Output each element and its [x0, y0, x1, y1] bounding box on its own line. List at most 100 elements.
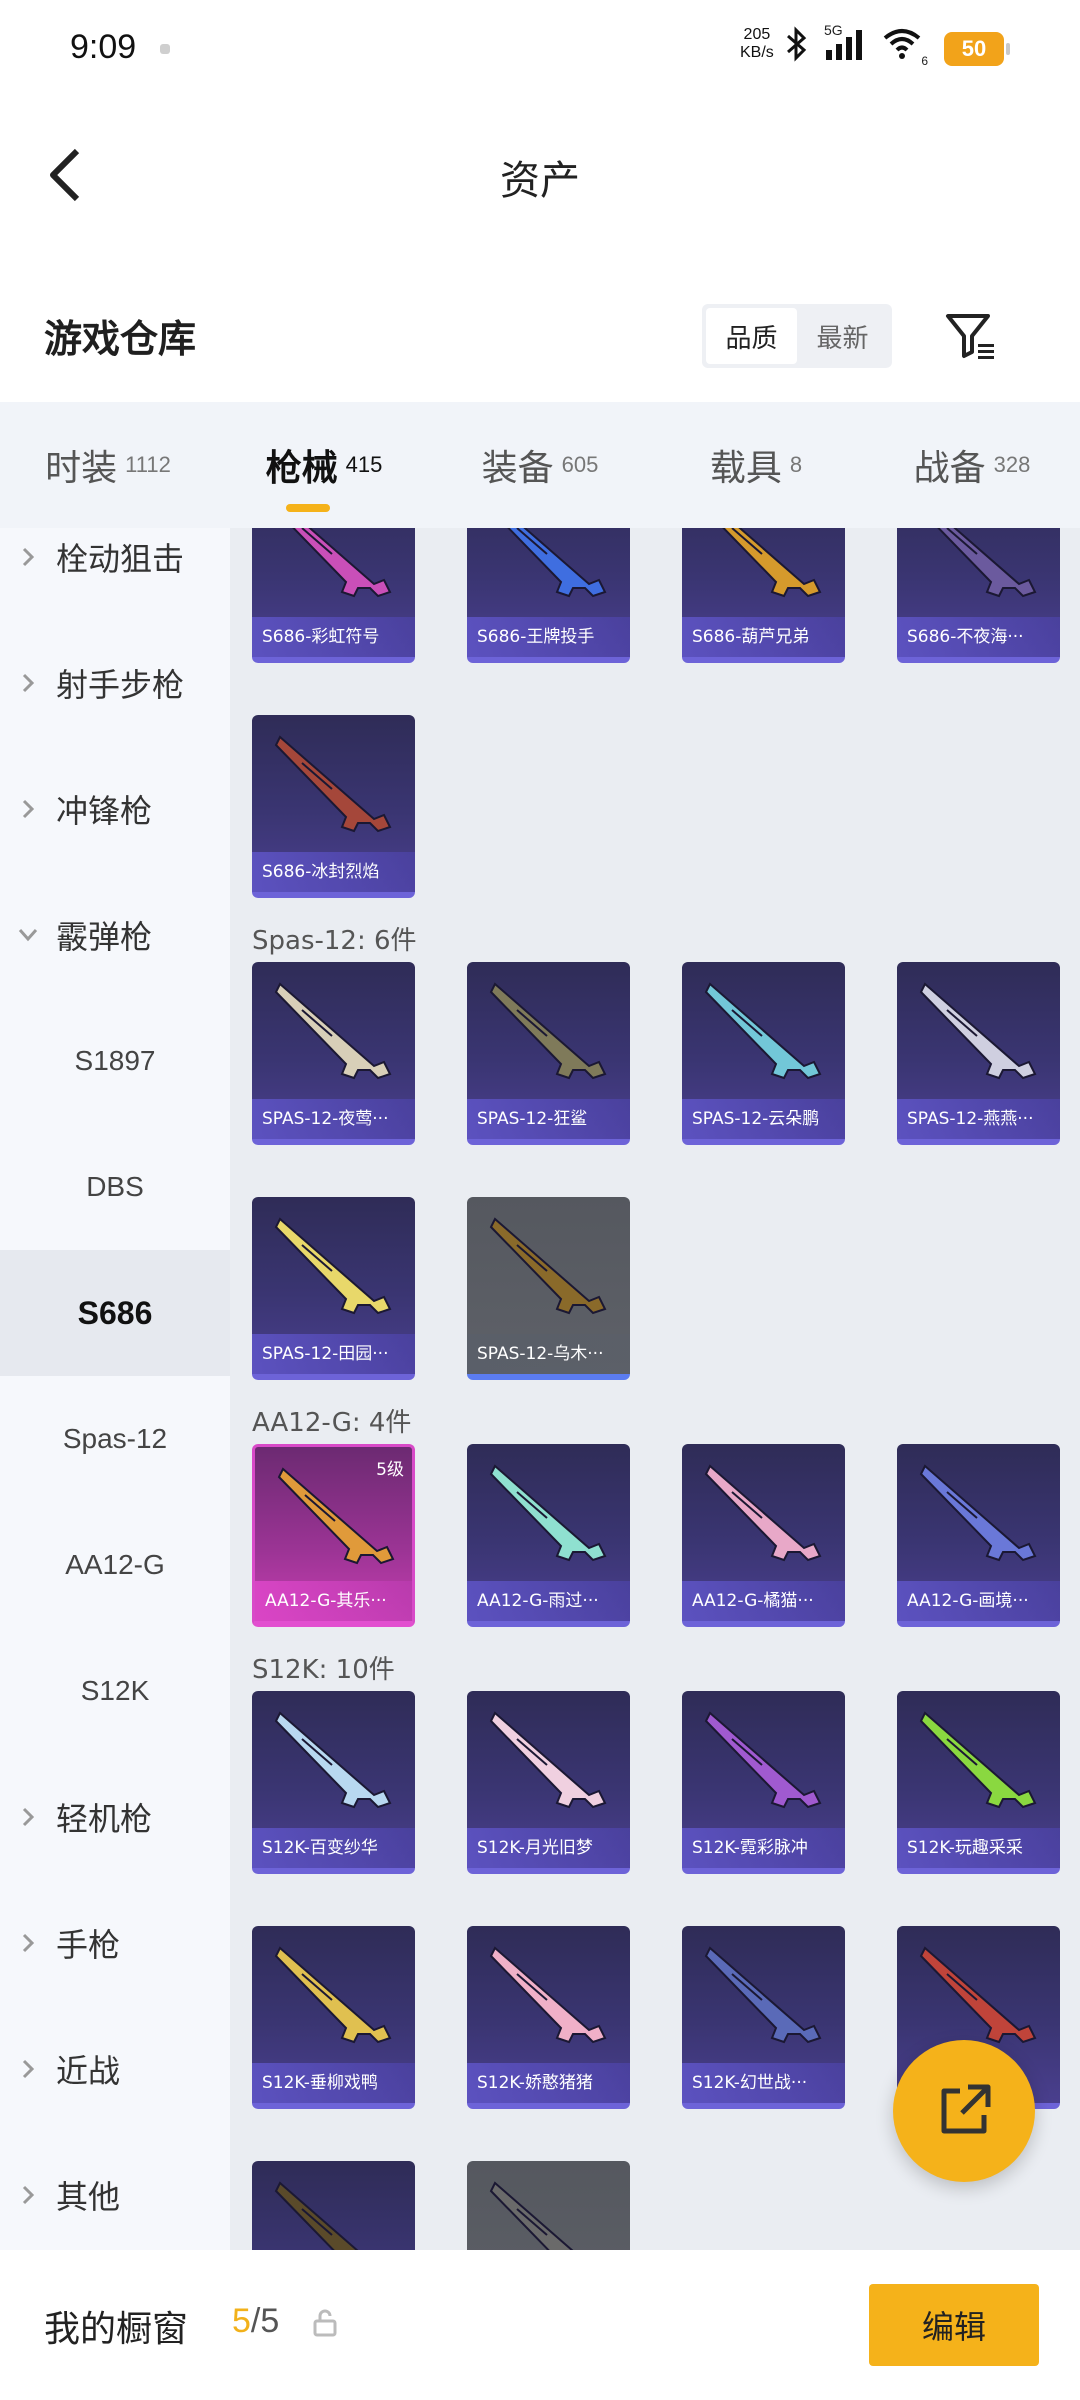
- card-caption: SPAS-12-燕燕···: [897, 1099, 1060, 1139]
- gun-image-icon: [704, 982, 822, 1080]
- gun-image-icon: [704, 1946, 822, 2044]
- tab-vehicles[interactable]: 载具 8: [648, 402, 864, 528]
- app-header: 资产: [0, 120, 1080, 230]
- weapon-skin-card[interactable]: 5级 AA12-G-其乐···: [252, 1444, 415, 1627]
- sidebar-item[interactable]: 轻机枪: [0, 1754, 230, 1880]
- weapon-skin-card[interactable]: S686-冰封烈焰: [252, 715, 415, 898]
- edit-button[interactable]: 编辑: [869, 2284, 1039, 2366]
- wifi-arcs-icon: [883, 29, 921, 59]
- tab-label: 枪械: [265, 447, 338, 489]
- sidebar-item[interactable]: 手枪: [0, 1880, 230, 2006]
- weapon-skin-card[interactable]: AA12-G-橘猫···: [682, 1444, 845, 1627]
- weapon-skin-card[interactable]: S686-葫芦兄弟: [682, 528, 845, 663]
- showcase-total: /5: [250, 2302, 280, 2340]
- sidebar-item[interactable]: 霰弹枪: [0, 872, 230, 998]
- card-caption: S686-王牌投手: [467, 617, 630, 657]
- card-caption: S12K-娇憨猪猪: [467, 2063, 630, 2103]
- card-caption: S686-不夜海···: [897, 617, 1060, 657]
- status-icons: 5G 6: [782, 22, 928, 68]
- filter-button[interactable]: [940, 306, 1000, 366]
- sidebar-item[interactable]: AA12-G: [0, 1502, 230, 1628]
- chevron-right-icon: [0, 799, 56, 819]
- sidebar-item-label: 射手步枪: [56, 666, 185, 704]
- notification-dot-icon: [160, 44, 170, 54]
- share-fab-button[interactable]: [893, 2040, 1035, 2182]
- gun-image-icon: [937, 528, 1037, 598]
- weapon-skin-card[interactable]: S12K-月光旧梦: [467, 1691, 630, 1874]
- weapon-skin-card[interactable]: S12K-百变纱华: [252, 1691, 415, 1874]
- weapon-skin-card[interactable]: S12K-玩趣采采: [897, 1691, 1060, 1874]
- category-tabs: 时装 1112 枪械 415 装备 605 载具 8 战备 328: [0, 402, 1080, 528]
- card-caption: S12K-月光旧梦: [467, 1828, 630, 1868]
- group-title: Spas-12: 6件: [252, 926, 417, 956]
- sidebar-item[interactable]: Spas-12: [0, 1376, 230, 1502]
- card-caption: AA12-G-其乐···: [255, 1581, 412, 1621]
- sort-quality-option[interactable]: 品质: [706, 308, 797, 364]
- sidebar-item-label: Spas-12: [62, 1423, 168, 1454]
- gun-image-icon: [489, 982, 607, 1080]
- network-type: 5G: [824, 22, 843, 38]
- tab-supplies[interactable]: 战备 328: [864, 402, 1080, 528]
- tab-equipment[interactable]: 装备 605: [432, 402, 648, 528]
- weapon-skin-card[interactable]: SPAS-12-乌木···: [467, 1197, 630, 1380]
- weapon-skin-card[interactable]: SPAS-12-燕燕···: [897, 962, 1060, 1145]
- card-caption: SPAS-12-夜莺···: [252, 1099, 415, 1139]
- card-caption: S686-葫芦兄弟: [682, 617, 845, 657]
- weapon-skin-card[interactable]: S12K-垂柳戏鸭: [252, 1926, 415, 2109]
- weapon-skin-card[interactable]: SPAS-12-狂鲨: [467, 962, 630, 1145]
- weapon-skin-card[interactable]: [467, 2161, 630, 2250]
- group-title: AA12-G: 4件: [252, 1408, 412, 1438]
- sidebar-item[interactable]: 射手步枪: [0, 620, 230, 746]
- tab-label: 时装: [45, 448, 118, 489]
- card-caption: SPAS-12-田园···: [252, 1334, 415, 1374]
- weapon-skin-card[interactable]: S686-王牌投手: [467, 528, 630, 663]
- sidebar-item-label: 手枪: [56, 1926, 121, 1964]
- sidebar-item[interactable]: 栓动狙击: [0, 528, 230, 620]
- chevron-right-icon: [0, 1807, 56, 1827]
- sidebar-item[interactable]: S1897: [0, 998, 230, 1124]
- net-speed-unit: KB/s: [740, 44, 774, 61]
- sidebar-item-label: 其他: [56, 2178, 121, 2216]
- weapon-skin-card[interactable]: S12K-幻世战···: [682, 1926, 845, 2109]
- sidebar-item[interactable]: S12K: [0, 1628, 230, 1754]
- weapon-skin-card[interactable]: S12K-霓彩脉冲: [682, 1691, 845, 1874]
- card-caption: SPAS-12-狂鲨: [467, 1099, 630, 1139]
- status-time: 9:09: [70, 28, 137, 66]
- weapon-skin-card[interactable]: S686-不夜海···: [897, 528, 1060, 663]
- card-caption: SPAS-12-乌木···: [467, 1334, 630, 1374]
- sidebar-item[interactable]: 冲锋枪: [0, 746, 230, 872]
- wifi-level: 6: [921, 54, 928, 68]
- sidebar-item[interactable]: 其他: [0, 2132, 230, 2250]
- weapon-skin-card[interactable]: SPAS-12-田园···: [252, 1197, 415, 1380]
- sidebar-item[interactable]: 近战: [0, 2006, 230, 2132]
- weapon-skin-card[interactable]: SPAS-12-云朵鹏: [682, 962, 845, 1145]
- sort-toggle: 品质 最新: [702, 304, 892, 368]
- lock-icon[interactable]: [312, 2308, 338, 2342]
- weapon-skin-card[interactable]: SPAS-12-夜莺···: [252, 962, 415, 1145]
- chevron-down-icon: [0, 928, 56, 942]
- tab-label: 载具: [709, 448, 782, 489]
- gun-image-icon: [489, 1946, 607, 2044]
- sidebar-item[interactable]: DBS: [0, 1124, 230, 1250]
- weapon-skin-card[interactable]: [252, 2161, 415, 2250]
- weapon-skin-card[interactable]: AA12-G-画境···: [897, 1444, 1060, 1627]
- gun-image-icon: [489, 1464, 607, 1562]
- gun-image-icon: [704, 1711, 822, 1809]
- tab-count: 415: [345, 452, 383, 477]
- sort-newest-option[interactable]: 最新: [797, 308, 888, 364]
- bluetooth-icon: [787, 26, 807, 62]
- weapon-skin-card[interactable]: AA12-G-雨过···: [467, 1444, 630, 1627]
- weapon-skin-card[interactable]: S12K-娇憨猪猪: [467, 1926, 630, 2109]
- sidebar-item[interactable]: S686: [0, 1250, 230, 1376]
- sidebar-item-label: DBS: [86, 1171, 144, 1202]
- sidebar-item-label: 栓动狙击: [56, 540, 185, 578]
- card-caption: S686-冰封烈焰: [252, 852, 415, 892]
- tab-label: 战备: [913, 448, 986, 489]
- chevron-right-icon: [0, 547, 56, 567]
- weapon-skin-card[interactable]: S686-彩虹符号: [252, 528, 415, 663]
- gun-image-icon: [919, 1711, 1037, 1809]
- showcase-label: 我的橱窗: [44, 2309, 189, 2350]
- wifi-icon: 6: [882, 26, 928, 68]
- tab-fashion[interactable]: 时装 1112: [0, 402, 216, 528]
- tab-firearms[interactable]: 枪械 415: [216, 402, 432, 528]
